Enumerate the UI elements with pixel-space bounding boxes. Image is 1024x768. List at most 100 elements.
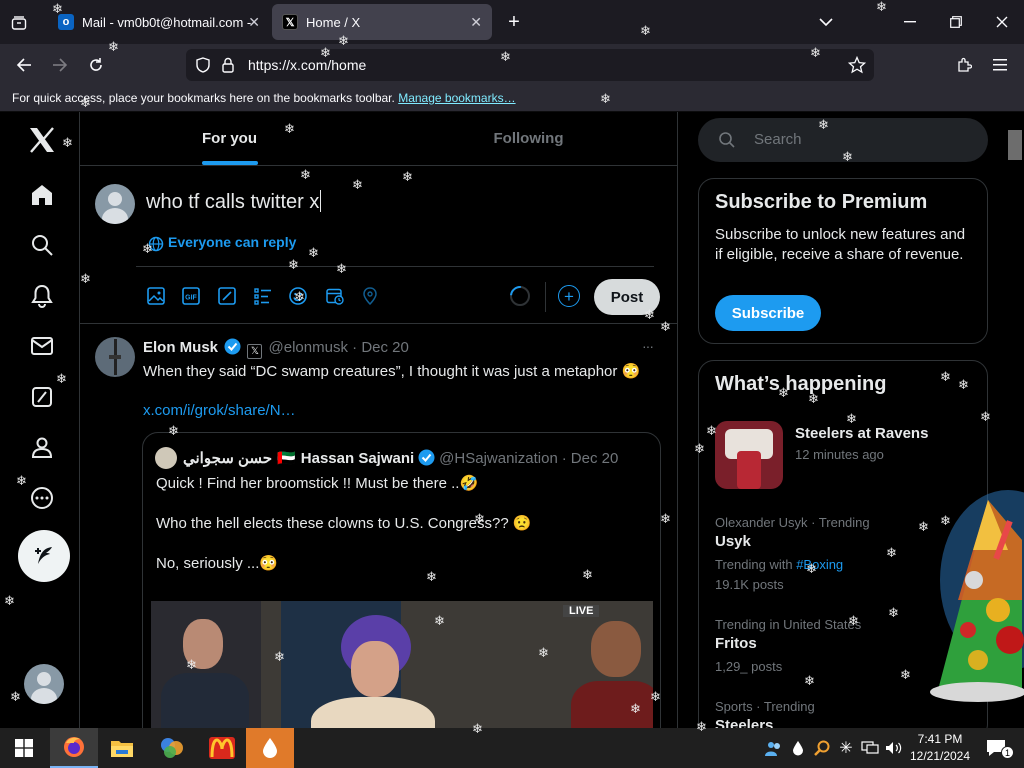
trend-name: Steelers xyxy=(715,717,774,728)
schedule-icon[interactable] xyxy=(325,286,345,306)
snowflake-icon: ❄ xyxy=(808,391,819,406)
reload-icon[interactable] xyxy=(84,53,108,77)
author-handle[interactable]: @elonmusk xyxy=(269,339,348,356)
snowflake-icon: ❄ xyxy=(650,689,661,704)
close-icon[interactable]: ✕ xyxy=(248,14,260,31)
tab-x-home[interactable]: 𝕏 Home / X ✕ xyxy=(272,4,492,40)
tweet-date[interactable]: Dec 20 xyxy=(361,339,409,356)
chevron-down-icon[interactable] xyxy=(814,10,838,34)
poll-icon[interactable] xyxy=(253,286,273,306)
tab-following[interactable]: Following xyxy=(379,112,678,165)
snowflake-icon: ❄ xyxy=(804,673,815,688)
clock-date: 12/21/2024 xyxy=(909,749,971,763)
x-logo-icon[interactable] xyxy=(22,120,62,160)
back-arrow-icon[interactable] xyxy=(12,53,36,77)
composer-avatar[interactable] xyxy=(95,184,135,224)
star-icon[interactable] xyxy=(847,55,867,79)
character-progress-ring xyxy=(505,281,535,311)
account-avatar[interactable] xyxy=(24,664,64,704)
droplet-app-icon[interactable] xyxy=(246,728,294,768)
compose-input[interactable]: who tf calls twitter x xyxy=(146,190,322,214)
mcdonalds-icon[interactable] xyxy=(198,728,246,768)
url-bar[interactable]: https://x.com/home xyxy=(186,49,874,81)
image-icon[interactable] xyxy=(146,286,166,306)
droplet-tray-icon[interactable] xyxy=(786,728,810,768)
tab-overview-icon[interactable] xyxy=(8,12,30,34)
firefox-icon[interactable] xyxy=(50,728,98,768)
extensions-icon[interactable] xyxy=(952,53,976,77)
quote-line: Quick ! Find her broomstick !! Must be t… xyxy=(156,475,479,492)
trend-count: 19.1K posts xyxy=(715,577,784,592)
snowflake-icon: ❄ xyxy=(62,135,73,150)
snowflake-icon: ❄ xyxy=(4,593,15,608)
grok-icon[interactable] xyxy=(217,286,237,306)
composer-divider xyxy=(136,266,654,267)
snowflake-icon: ❄ xyxy=(168,423,179,438)
snowflake-icon: ❄ xyxy=(338,33,349,48)
more-icon[interactable] xyxy=(22,478,62,518)
quote-video-thumbnail[interactable]: LIVE xyxy=(151,601,653,728)
profile-icon[interactable] xyxy=(22,427,62,467)
tweet-more-button[interactable]: ··· xyxy=(642,338,654,354)
tab-mail[interactable]: o Mail - vm0b0t@hotmail.com - ✕ xyxy=(48,4,270,40)
video-person-suit xyxy=(161,673,249,728)
compose-post-button[interactable] xyxy=(18,530,70,582)
snowflake-icon: ❄ xyxy=(600,91,611,106)
manage-bookmarks-link[interactable]: Manage bookmarks… xyxy=(398,91,515,105)
tab-for-you[interactable]: For you xyxy=(80,112,379,165)
add-post-button[interactable]: + xyxy=(558,285,580,307)
snowflake-icon: ❄ xyxy=(900,667,911,682)
search-tray-icon[interactable] xyxy=(810,728,834,768)
minimize-button[interactable] xyxy=(898,10,922,34)
trend-hashtag-link[interactable]: #Boxing xyxy=(796,557,843,572)
x-logo-icon: 𝕏 xyxy=(282,14,298,30)
quote-avatar[interactable] xyxy=(155,447,177,469)
quote-date[interactable]: Dec 20 xyxy=(571,450,619,467)
taskbar-clock[interactable]: 7:41 PM 12/21/2024 xyxy=(906,731,974,765)
restore-button[interactable] xyxy=(944,10,968,34)
new-tab-button[interactable]: + xyxy=(502,10,526,34)
reply-setting-button[interactable]: Everyone can reply xyxy=(168,234,296,250)
trend-name: Usyk xyxy=(715,533,751,550)
forward-arrow-icon[interactable] xyxy=(48,53,72,77)
tweet-link[interactable]: x.com/i/grok/share/N… xyxy=(143,402,296,419)
mail-icon[interactable] xyxy=(22,326,62,366)
snowflake-icon: ❄ xyxy=(10,689,21,704)
file-explorer-icon[interactable] xyxy=(98,728,146,768)
close-window-button[interactable] xyxy=(990,10,1014,34)
christmas-tree-widget xyxy=(918,480,1024,712)
left-navigation xyxy=(0,112,80,728)
quote-author-name[interactable]: Hassan Sajwani xyxy=(301,450,414,467)
app-icon[interactable] xyxy=(148,728,196,768)
elon-musk-avatar[interactable] xyxy=(95,337,135,377)
network-icon[interactable] xyxy=(858,728,882,768)
people-tray-icon[interactable] xyxy=(762,728,786,768)
home-icon[interactable] xyxy=(22,175,62,215)
snowflake-tray-icon[interactable]: ✳ xyxy=(834,728,858,768)
bell-icon[interactable] xyxy=(22,276,62,316)
snowflake-icon: ❄ xyxy=(886,545,897,560)
subscribe-button[interactable]: Subscribe xyxy=(715,295,821,331)
close-icon[interactable]: ✕ xyxy=(470,14,482,31)
location-pin-icon[interactable] xyxy=(360,286,380,306)
browser-nav-bar: https://x.com/home xyxy=(0,44,1024,86)
windows-start-icon[interactable] xyxy=(0,728,48,768)
snowflake-icon: ❄ xyxy=(402,169,413,184)
gif-icon[interactable]: GIF xyxy=(181,286,201,306)
menu-icon[interactable] xyxy=(988,53,1012,77)
scrollbar-thumb[interactable] xyxy=(1008,130,1022,160)
search-icon[interactable] xyxy=(22,225,62,265)
quote-line: No, seriously ...😳 xyxy=(156,555,279,572)
author-name[interactable]: Elon Musk xyxy=(143,339,218,356)
lock-icon[interactable] xyxy=(222,57,234,78)
compose-input-text: who tf calls twitter x xyxy=(146,191,320,213)
volume-icon[interactable] xyxy=(882,728,906,768)
notification-icon[interactable]: 1 xyxy=(976,728,1016,768)
quote-author-handle[interactable]: @HSajwanization xyxy=(439,450,558,467)
snowflake-icon: ❄ xyxy=(806,561,817,576)
tab-mail-label: Mail - vm0b0t@hotmail.com - xyxy=(82,14,252,30)
tweet[interactable]: Elon Musk 𝕏 @elonmusk · Dec 20 ··· When … xyxy=(80,324,678,728)
affiliate-badge-icon: 𝕏 xyxy=(247,344,263,359)
shield-icon[interactable] xyxy=(196,57,210,78)
quote-arabic-name[interactable]: حسن سجواني xyxy=(183,449,272,467)
